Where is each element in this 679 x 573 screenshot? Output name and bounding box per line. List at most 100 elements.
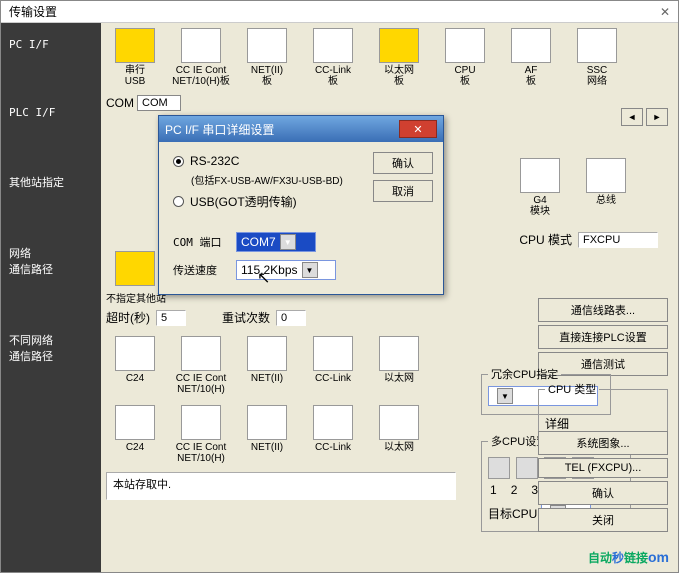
cpu-mode-row: CPU 模式 FXCPU — [519, 231, 658, 248]
right-button-column: 通信线路表... 直接连接PLC设置 通信测试 — [538, 298, 668, 376]
close-icon[interactable]: ✕ — [660, 5, 670, 19]
tel-fxcpu-button[interactable]: TEL (FXCPU)... — [538, 458, 668, 478]
window-title: 传输设置 — [9, 3, 57, 20]
close-button[interactable]: 关闭 — [538, 508, 668, 532]
icon-c24b[interactable]: C24 — [106, 405, 164, 464]
retry-value[interactable]: 0 — [276, 310, 306, 326]
com-port-row: COM 端口 COM7 ▼ — [173, 232, 433, 252]
cpu-detail-label: 详细 — [545, 415, 661, 432]
comm-route-list-button[interactable]: 通信线路表... — [538, 298, 668, 322]
icon-ssc[interactable]: SSC 网络 — [568, 28, 626, 87]
pcif-icon-row: 串行 USB CC IE Cont NET/10(H)板 NET(II) 板 C… — [106, 28, 673, 87]
com-row: COM COM — [106, 95, 673, 111]
baud-rate-dropdown[interactable]: 115.2Kbps ▼ — [236, 260, 336, 280]
baud-rate-row: 传送速度 115.2Kbps ▼ — [173, 260, 433, 280]
sidebar: PC I/F PLC I/F 其他站指定 网络 通信路径 不同网络 通信路径 — [1, 23, 101, 572]
icon-ccie2[interactable]: CC IE Cont NET/10(H) — [172, 336, 230, 395]
device-icon — [379, 336, 419, 371]
retry-label: 重试次数 — [222, 309, 270, 326]
cpu-mode-value[interactable]: FXCPU — [578, 232, 658, 248]
pcif-serial-detail-dialog: PC I/F 串口详细设置 ✕ 确认 取消 RS-232C (包括FX-USB-… — [158, 115, 444, 295]
icon-bus[interactable]: 总线 — [577, 158, 635, 217]
right-button-column-2: 系统图象... TEL (FXCPU)... 确认 关闭 — [538, 431, 668, 532]
com-label: COM — [106, 96, 134, 110]
com-port-label: COM 端口 — [173, 234, 228, 250]
device-icon — [520, 158, 560, 193]
com-dropdown[interactable]: COM — [137, 95, 181, 111]
dialog-ok-button[interactable]: 确认 — [373, 152, 433, 174]
scroll-right-button[interactable]: ► — [646, 108, 668, 126]
icon-af[interactable]: AF 板 — [502, 28, 560, 87]
sidebar-item-pcif[interactable]: PC I/F — [9, 38, 93, 51]
dialog-titlebar[interactable]: PC I/F 串口详细设置 ✕ — [159, 116, 443, 142]
cpu-slot-2[interactable] — [516, 457, 538, 479]
system-image-button[interactable]: 系统图象... — [538, 431, 668, 455]
sidebar-item-network[interactable]: 网络 通信路径 — [9, 245, 93, 277]
icon-netii[interactable]: NET(II) 板 — [238, 28, 296, 87]
sidebar-item-plcif[interactable]: PLC I/F — [9, 106, 93, 119]
scroll-left-button[interactable]: ◄ — [621, 108, 643, 126]
cpu-mode-label: CPU 模式 — [519, 231, 572, 248]
icon-no-other-station[interactable] — [106, 251, 164, 288]
outer-body: PC I/F PLC I/F 其他站指定 网络 通信路径 不同网络 通信路径 串… — [1, 23, 678, 572]
target-cpu-label: 目标CPU — [488, 505, 537, 522]
ok-button[interactable]: 确认 — [538, 481, 668, 505]
device-icon — [313, 28, 353, 63]
dialog-body: 确认 取消 RS-232C (包括FX-USB-AW/FX3U-USB-BD) … — [159, 142, 443, 294]
sidebar-item-diffnetwork[interactable]: 不同网络 通信路径 — [9, 332, 93, 364]
dialog-title: PC I/F 串口详细设置 — [165, 121, 274, 138]
radio-icon — [173, 196, 184, 207]
device-icon — [511, 28, 551, 63]
direct-plc-button[interactable]: 直接连接PLC设置 — [538, 325, 668, 349]
scroll-buttons: ◄ ► — [621, 108, 668, 126]
device-icon — [115, 405, 155, 440]
device-icon — [115, 28, 155, 63]
watermark: 自动秒链接om — [588, 545, 669, 568]
icon-cclink3[interactable]: CC-Link — [304, 405, 362, 464]
icon-g4[interactable]: G4 模块 — [511, 158, 569, 217]
sidebar-item-otherstation[interactable]: 其他站指定 — [9, 174, 93, 190]
timeout-label: 超时(秒) — [106, 309, 150, 326]
icon-serial-usb[interactable]: 串行 USB — [106, 28, 164, 87]
device-icon — [577, 28, 617, 63]
device-icon — [115, 336, 155, 371]
icon-ethernet[interactable]: 以太网 板 — [370, 28, 428, 87]
dialog-button-column: 确认 取消 — [373, 152, 433, 202]
device-icon — [247, 405, 287, 440]
icon-cpu[interactable]: CPU 板 — [436, 28, 494, 87]
icon-ethernet3[interactable]: 以太网 — [370, 405, 428, 464]
com-port-dropdown[interactable]: COM7 ▼ — [236, 232, 316, 252]
baud-rate-value: 115.2Kbps — [241, 263, 298, 277]
device-icon — [247, 28, 287, 63]
icon-netii2[interactable]: NET(II) — [238, 336, 296, 395]
device-icon — [181, 405, 221, 440]
dialog-cancel-button[interactable]: 取消 — [373, 180, 433, 202]
cpu-slot-1[interactable] — [488, 457, 510, 479]
device-icon — [379, 405, 419, 440]
device-icon — [313, 336, 353, 371]
device-icon — [247, 336, 287, 371]
dialog-close-button[interactable]: ✕ — [399, 120, 437, 138]
device-icon — [586, 158, 626, 193]
device-icon — [115, 251, 155, 286]
chevron-down-icon: ▼ — [280, 234, 296, 250]
device-icon — [445, 28, 485, 63]
com-port-value: COM7 — [241, 235, 276, 249]
device-icon — [313, 405, 353, 440]
redundant-cpu-legend: 冗余CPU指定 — [488, 366, 561, 382]
radio-icon — [173, 156, 184, 167]
icon-ethernet2[interactable]: 以太网 — [370, 336, 428, 395]
radio-usb-label: USB(GOT透明传输) — [190, 193, 297, 210]
device-icon — [181, 336, 221, 371]
icon-c24[interactable]: C24 — [106, 336, 164, 395]
timeout-value[interactable]: 5 — [156, 310, 186, 326]
main-area: 串行 USB CC IE Cont NET/10(H)板 NET(II) 板 C… — [101, 23, 678, 572]
icon-netii3[interactable]: NET(II) — [238, 405, 296, 464]
icon-ccie3[interactable]: CC IE Cont NET/10(H) — [172, 405, 230, 464]
chevron-down-icon: ▼ — [497, 388, 513, 404]
device-icon — [181, 28, 221, 63]
icon-ccie[interactable]: CC IE Cont NET/10(H)板 — [172, 28, 230, 87]
chevron-down-icon: ▼ — [302, 262, 318, 278]
icon-cclink2[interactable]: CC-Link — [304, 336, 362, 395]
icon-cclink[interactable]: CC-Link 板 — [304, 28, 362, 87]
